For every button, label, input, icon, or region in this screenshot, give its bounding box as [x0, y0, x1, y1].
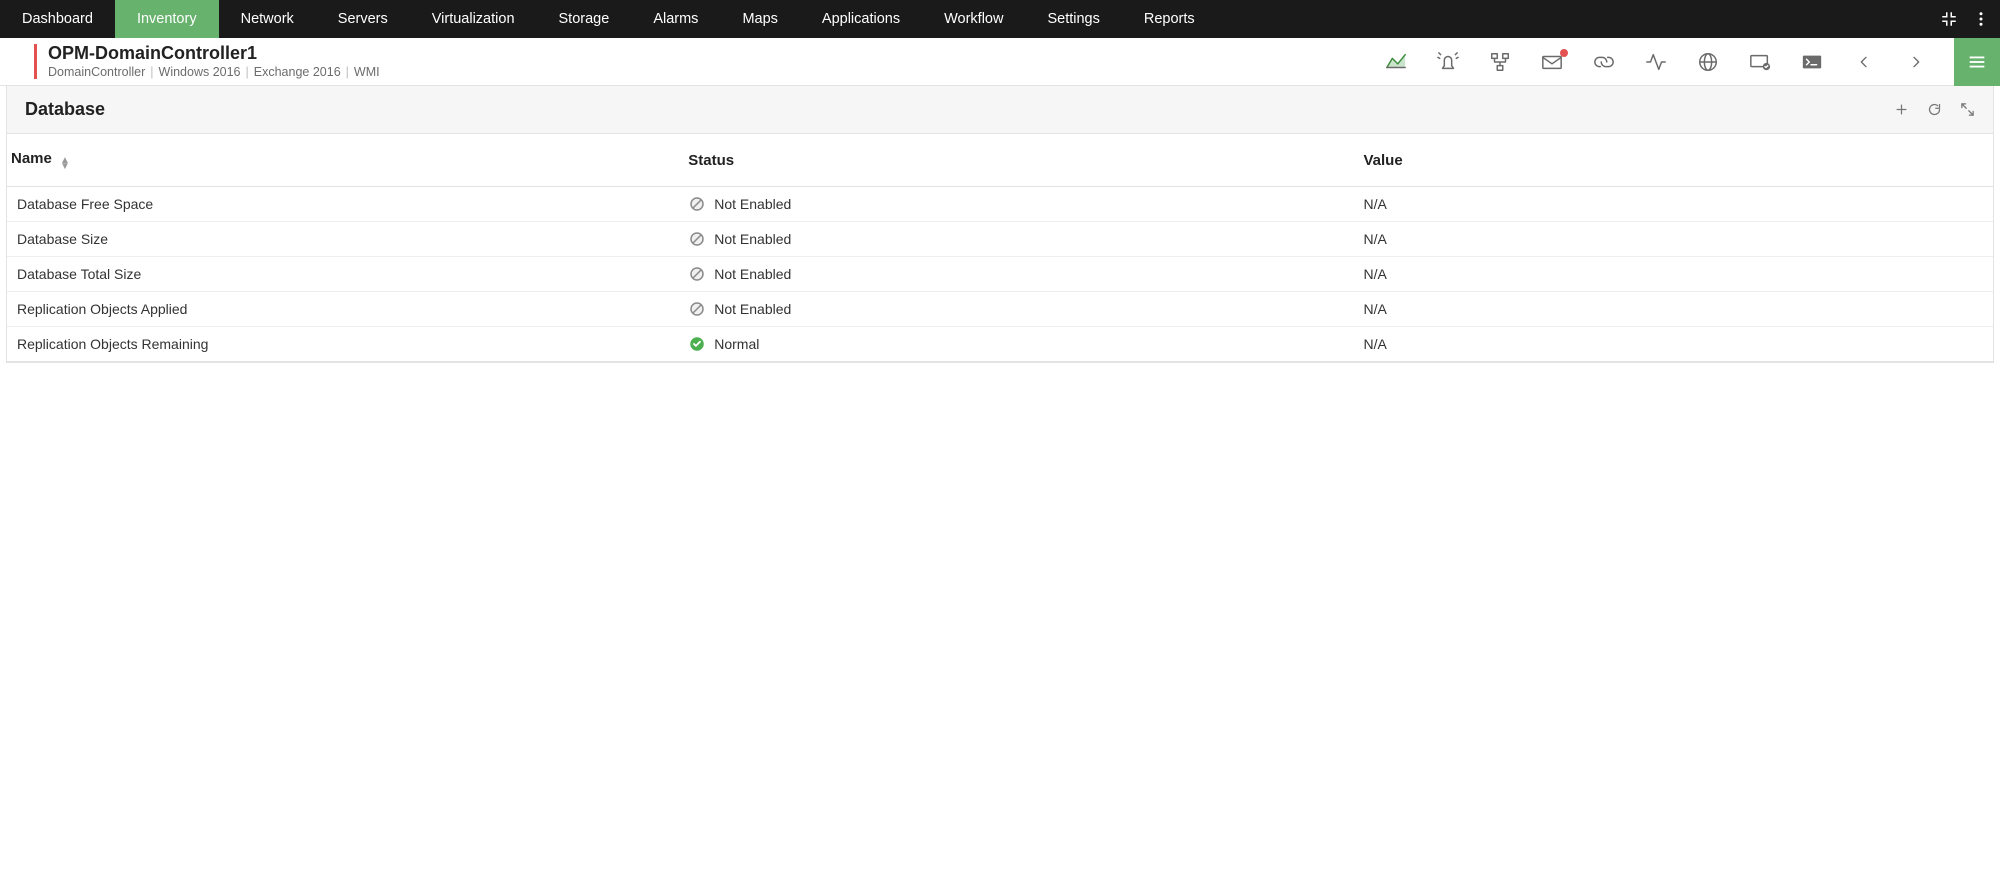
- monitor-gear-icon[interactable]: [1746, 51, 1774, 73]
- cell-value: N/A: [1357, 257, 1993, 292]
- cell-value: N/A: [1357, 187, 1993, 222]
- cell-name: Replication Objects Remaining: [7, 327, 682, 362]
- cell-status: Not Enabled: [682, 292, 1357, 327]
- normal-icon: [688, 335, 706, 353]
- table-body: Database Free SpaceNot EnabledN/ADatabas…: [7, 187, 1993, 362]
- expand-icon[interactable]: [1960, 102, 1975, 117]
- cell-status: Not Enabled: [682, 187, 1357, 222]
- column-header-status-label: Status: [688, 152, 734, 169]
- not-enabled-icon: [688, 230, 706, 248]
- table-header-row: Name ▲▼ Status Value: [7, 134, 1993, 187]
- table-row[interactable]: Replication Objects Remaining Normal N/A: [7, 327, 1993, 362]
- separator: |: [341, 65, 354, 79]
- top-nav: DashboardInventoryNetworkServersVirtuali…: [0, 0, 2000, 38]
- nav-tab-applications[interactable]: Applications: [800, 0, 922, 38]
- nav-tab-settings[interactable]: Settings: [1025, 0, 1121, 38]
- status-label: Not Enabled: [714, 301, 791, 317]
- nav-tab-dashboard[interactable]: Dashboard: [0, 0, 115, 38]
- nav-tab-storage[interactable]: Storage: [537, 0, 632, 38]
- terminal-icon[interactable]: [1798, 51, 1826, 73]
- not-enabled-icon: [688, 265, 706, 283]
- collapse-arrows-icon[interactable]: [1940, 10, 1958, 28]
- separator: |: [145, 65, 158, 79]
- panel-header: Database: [6, 86, 1994, 134]
- nav-right: [1930, 0, 2000, 38]
- status-label: Not Enabled: [714, 266, 791, 282]
- device-header: OPM-DomainController1 DomainController|W…: [0, 38, 2000, 86]
- device-sub-part: Windows 2016: [159, 65, 241, 79]
- cell-status: Normal: [682, 327, 1357, 362]
- cell-value: N/A: [1357, 222, 1993, 257]
- column-header-name[interactable]: Name ▲▼: [7, 134, 682, 187]
- table-row[interactable]: Database Size Not Enabled N/A: [7, 222, 1993, 257]
- cell-name: Database Free Space: [7, 187, 682, 222]
- not-enabled-icon: [688, 300, 706, 318]
- nav-tabs: DashboardInventoryNetworkServersVirtuali…: [0, 0, 1930, 38]
- panel-title: Database: [25, 99, 105, 120]
- cell-value: N/A: [1357, 292, 1993, 327]
- device-subtitle: DomainController|Windows 2016|Exchange 2…: [48, 65, 1382, 79]
- kebab-menu-icon[interactable]: [1972, 10, 1990, 28]
- device-info: OPM-DomainController1 DomainController|W…: [0, 38, 1382, 85]
- nav-tab-workflow[interactable]: Workflow: [922, 0, 1025, 38]
- column-header-status[interactable]: Status: [682, 134, 1357, 187]
- link-icon[interactable]: [1590, 51, 1618, 73]
- cell-status: Not Enabled: [682, 222, 1357, 257]
- hamburger-menu-icon[interactable]: [1954, 38, 2000, 86]
- nav-tab-reports[interactable]: Reports: [1122, 0, 1217, 38]
- cell-value: N/A: [1357, 327, 1993, 362]
- nav-tab-alarms[interactable]: Alarms: [631, 0, 720, 38]
- next-icon[interactable]: [1902, 54, 1930, 70]
- column-header-value[interactable]: Value: [1357, 134, 1993, 187]
- status-label: Normal: [714, 336, 759, 352]
- device-sub-part: WMI: [354, 65, 380, 79]
- database-table: Name ▲▼ Status Value Database Free Space…: [6, 134, 1994, 363]
- column-header-value-label: Value: [1363, 152, 1402, 169]
- device-sub-part: DomainController: [48, 65, 145, 79]
- mail-badge-dot: [1560, 49, 1568, 57]
- device-sub-part: Exchange 2016: [254, 65, 341, 79]
- table-row[interactable]: Database Free Space Not Enabled N/A: [7, 187, 1993, 222]
- globe-icon[interactable]: [1694, 51, 1722, 73]
- table-row[interactable]: Replication Objects Applied Not Enabled N/…: [7, 292, 1993, 327]
- device-toolbar: [1382, 38, 2000, 85]
- nav-tab-virtualization[interactable]: Virtualization: [410, 0, 537, 38]
- prev-icon[interactable]: [1850, 54, 1878, 70]
- nav-tab-inventory[interactable]: Inventory: [115, 0, 219, 38]
- refresh-icon[interactable]: [1927, 102, 1942, 117]
- chart-icon[interactable]: [1382, 51, 1410, 73]
- cell-status: Not Enabled: [682, 257, 1357, 292]
- not-enabled-icon: [688, 195, 706, 213]
- cell-name: Database Total Size: [7, 257, 682, 292]
- topology-icon[interactable]: [1486, 51, 1514, 73]
- status-label: Not Enabled: [714, 196, 791, 212]
- panel-tools: [1894, 102, 1975, 117]
- nav-tab-network[interactable]: Network: [219, 0, 316, 38]
- activity-icon[interactable]: [1642, 51, 1670, 73]
- sort-icon: ▲▼: [60, 158, 70, 170]
- table-row[interactable]: Database Total Size Not Enabled N/A: [7, 257, 1993, 292]
- status-label: Not Enabled: [714, 231, 791, 247]
- nav-tab-maps[interactable]: Maps: [720, 0, 799, 38]
- alert-icon[interactable]: [1434, 51, 1462, 73]
- device-title: OPM-DomainController1: [48, 44, 1382, 64]
- cell-name: Replication Objects Applied: [7, 292, 682, 327]
- column-header-name-label: Name: [11, 150, 52, 167]
- nav-tab-servers[interactable]: Servers: [316, 0, 410, 38]
- mail-icon[interactable]: [1538, 51, 1566, 73]
- cell-name: Database Size: [7, 222, 682, 257]
- add-icon[interactable]: [1894, 102, 1909, 117]
- separator: |: [241, 65, 254, 79]
